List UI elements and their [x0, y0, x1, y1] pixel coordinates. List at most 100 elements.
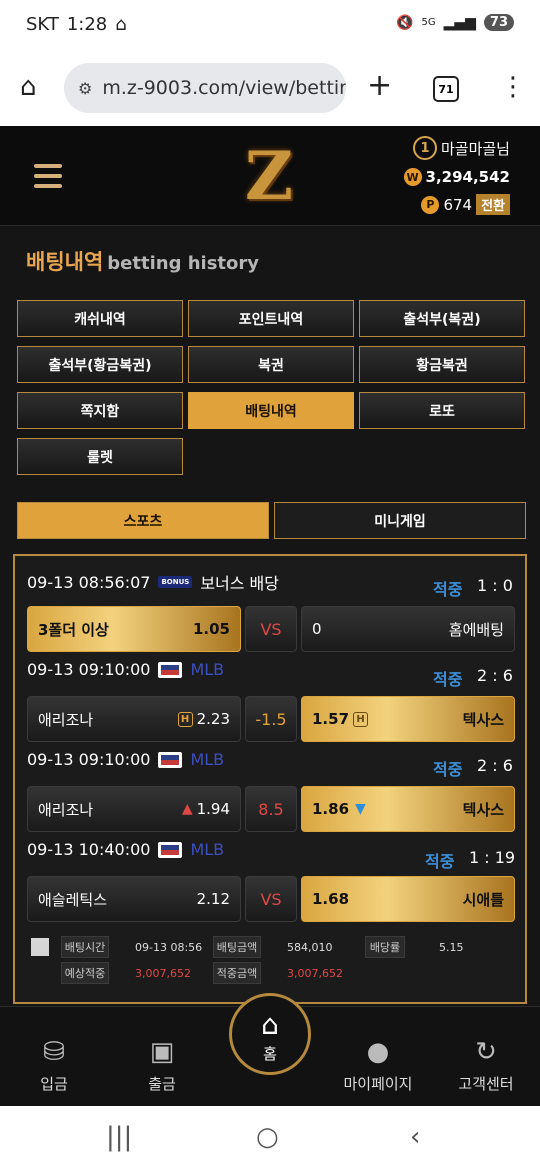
- over-under-value: 8.5: [245, 786, 297, 832]
- nav-mypage[interactable]: ● 마이페이지: [328, 1037, 428, 1094]
- nav-home-label: 홈: [263, 1045, 277, 1063]
- mute-icon: 🔇: [396, 14, 414, 31]
- away-odds-button[interactable]: 1.68 시애틀: [301, 876, 515, 922]
- handicap-value: -1.5: [245, 696, 297, 742]
- menu-attendance-gold-lottery[interactable]: 출석부(황금복권): [17, 346, 183, 383]
- support-24-icon: ↻: [475, 1037, 497, 1067]
- carrier: SKT: [26, 14, 59, 35]
- bet-league: MLB: [190, 660, 225, 679]
- coins-icon: ⛁: [43, 1037, 65, 1067]
- bet-amount-label: 배팅금액: [213, 936, 261, 958]
- win-amount-label: 적중금액: [213, 962, 261, 984]
- tab-switcher-button[interactable]: 71: [433, 76, 459, 102]
- home-team: 애리조나: [38, 800, 94, 819]
- away-odds: 0: [312, 620, 322, 638]
- nav-deposit-label: 입금: [40, 1075, 68, 1093]
- convert-button[interactable]: 전환: [476, 194, 510, 215]
- home-circle-icon[interactable]: ○: [256, 1122, 279, 1152]
- home-icon[interactable]: ⌂: [20, 72, 37, 102]
- home-odds-button[interactable]: 애리조나 H 2.23: [27, 696, 241, 742]
- score: 2 : 6: [477, 666, 513, 685]
- nav-deposit[interactable]: ⛁ 입금: [4, 1037, 104, 1094]
- menu-point-history[interactable]: 포인트내역: [188, 300, 354, 337]
- bet-datetime: 09-13 09:10:00: [27, 660, 151, 679]
- result-label: 적중: [425, 852, 455, 871]
- menu-betting-history[interactable]: 배팅내역: [188, 392, 354, 429]
- tab-sports[interactable]: 스포츠: [17, 502, 269, 539]
- nav-withdraw-label: 출금: [148, 1075, 176, 1093]
- away-team: 텍사스: [462, 800, 504, 819]
- site-settings-icon[interactable]: ⚙: [78, 79, 92, 98]
- mlb-flag-icon: [158, 751, 183, 768]
- won-balance: 3,294,542: [425, 168, 510, 186]
- menu-cash-history[interactable]: 캐쉬내역: [17, 300, 183, 337]
- browser-toolbar: ⌂ ⚙ m.z-9003.com/view/betting + 71 ⋮: [0, 54, 540, 126]
- home-odds-button[interactable]: 애슬레틱스 2.12: [27, 876, 241, 922]
- username: 마골마골님: [440, 139, 510, 158]
- away-odds-button[interactable]: 1.86 ▼ 텍사스: [301, 786, 515, 832]
- nav-home[interactable]: ⌂ 홈: [229, 993, 311, 1075]
- status-bar: SKT 1:28 ⌂ 🔇 5G ▂▄▆ 73: [0, 0, 540, 54]
- result-label: 적중: [433, 580, 463, 599]
- away-odds-button[interactable]: 0 홈에배팅: [301, 606, 515, 652]
- expected-win: 3,007,652: [135, 967, 191, 980]
- menu-attendance-lottery[interactable]: 출석부(복권): [359, 300, 525, 337]
- score: 1 : 0: [477, 576, 513, 595]
- mlb-flag-icon: [158, 841, 183, 858]
- away-team: 홈에배팅: [448, 620, 504, 639]
- bet-time-label: 배팅시간: [61, 936, 109, 958]
- point-coin-icon: P: [421, 195, 440, 214]
- away-odds: 1.57: [312, 710, 350, 728]
- result-label: 적중: [433, 670, 463, 689]
- away-team: 시애틀: [462, 890, 504, 909]
- new-tab-icon[interactable]: +: [367, 68, 392, 103]
- tab-minigame[interactable]: 미니게임: [274, 502, 526, 539]
- menu-lottery[interactable]: 복권: [188, 346, 354, 383]
- home-team: 3폴더 이상: [38, 620, 109, 639]
- select-checkbox[interactable]: [31, 938, 49, 956]
- bet-league: 보너스 배당: [200, 574, 279, 593]
- nav-support[interactable]: ↻ 고객센터: [436, 1037, 536, 1094]
- recent-apps-icon[interactable]: |||: [106, 1122, 132, 1152]
- app-content: Z 1 마골마골님 W 3,294,542 P 674 전환 배팅내역 betti…: [0, 126, 540, 1106]
- url-bar[interactable]: ⚙ m.z-9003.com/view/betting: [64, 63, 346, 113]
- hamburger-menu-icon[interactable]: [34, 164, 62, 194]
- nav-withdraw[interactable]: ▣ 출금: [112, 1037, 212, 1094]
- vs-box: VS: [245, 606, 297, 652]
- point-balance: 674: [443, 195, 473, 214]
- bet-header: 09-13 08:56:07 BONUS 보너스 배당: [27, 570, 279, 594]
- more-menu-icon[interactable]: ⋮: [500, 72, 526, 102]
- expected-win-label: 예상적중: [61, 962, 109, 984]
- bet-header: 09-13 10:40:00 MLB: [27, 840, 224, 859]
- bet-summary: 배팅시간 09-13 08:56 배팅금액 584,010 배당률 5.15 예…: [27, 932, 515, 1000]
- bet-datetime: 09-13 09:10:00: [27, 750, 151, 769]
- away-odds: 1.86: [312, 800, 350, 818]
- page-title: 배팅내역 betting history: [26, 246, 259, 276]
- home-status-icon: ⌂: [115, 14, 127, 35]
- menu-roulette[interactable]: 룰렛: [17, 438, 183, 475]
- vs-box: VS: [245, 876, 297, 922]
- menu-gold-lottery[interactable]: 황금복권: [359, 346, 525, 383]
- page-title-ko: 배팅내역: [26, 250, 104, 274]
- user-info: 1 마골마골님 W 3,294,542 P 674 전환: [403, 136, 510, 223]
- home-odds: 2.23: [196, 710, 230, 728]
- url-text: m.z-9003.com/view/betting: [102, 77, 346, 99]
- bottom-nav: ⛁ 입금 ▣ 출금 ⌂ 홈 ● 마이페이지 ↻ 고객센터: [0, 993, 540, 1106]
- home-icon: ⌂: [261, 1008, 279, 1041]
- bet-slip-panel: 09-13 08:56:07 BONUS 보너스 배당 적중 1 : 0 3폴더…: [13, 554, 527, 1004]
- back-icon[interactable]: ‹: [410, 1122, 420, 1152]
- won-coin-icon: W: [403, 168, 422, 186]
- bet-time: 09-13 08:56: [135, 941, 203, 954]
- cash-icon: ▣: [149, 1037, 175, 1067]
- home-odds-button[interactable]: 3폴더 이상 1.05: [27, 606, 241, 652]
- odds-label: 배당률: [365, 936, 405, 958]
- away-odds-button[interactable]: 1.57 H 텍사스: [301, 696, 515, 742]
- menu-messages[interactable]: 쪽지함: [17, 392, 183, 429]
- handicap-icon: H: [353, 711, 369, 727]
- away-odds: 1.68: [312, 890, 350, 908]
- home-odds-button[interactable]: 애리조나 ▲ 1.94: [27, 786, 241, 832]
- battery-indicator: 73: [483, 14, 514, 31]
- site-logo[interactable]: Z: [236, 140, 302, 212]
- up-arrow-icon: ▲: [181, 801, 193, 817]
- menu-lotto[interactable]: 로또: [359, 392, 525, 429]
